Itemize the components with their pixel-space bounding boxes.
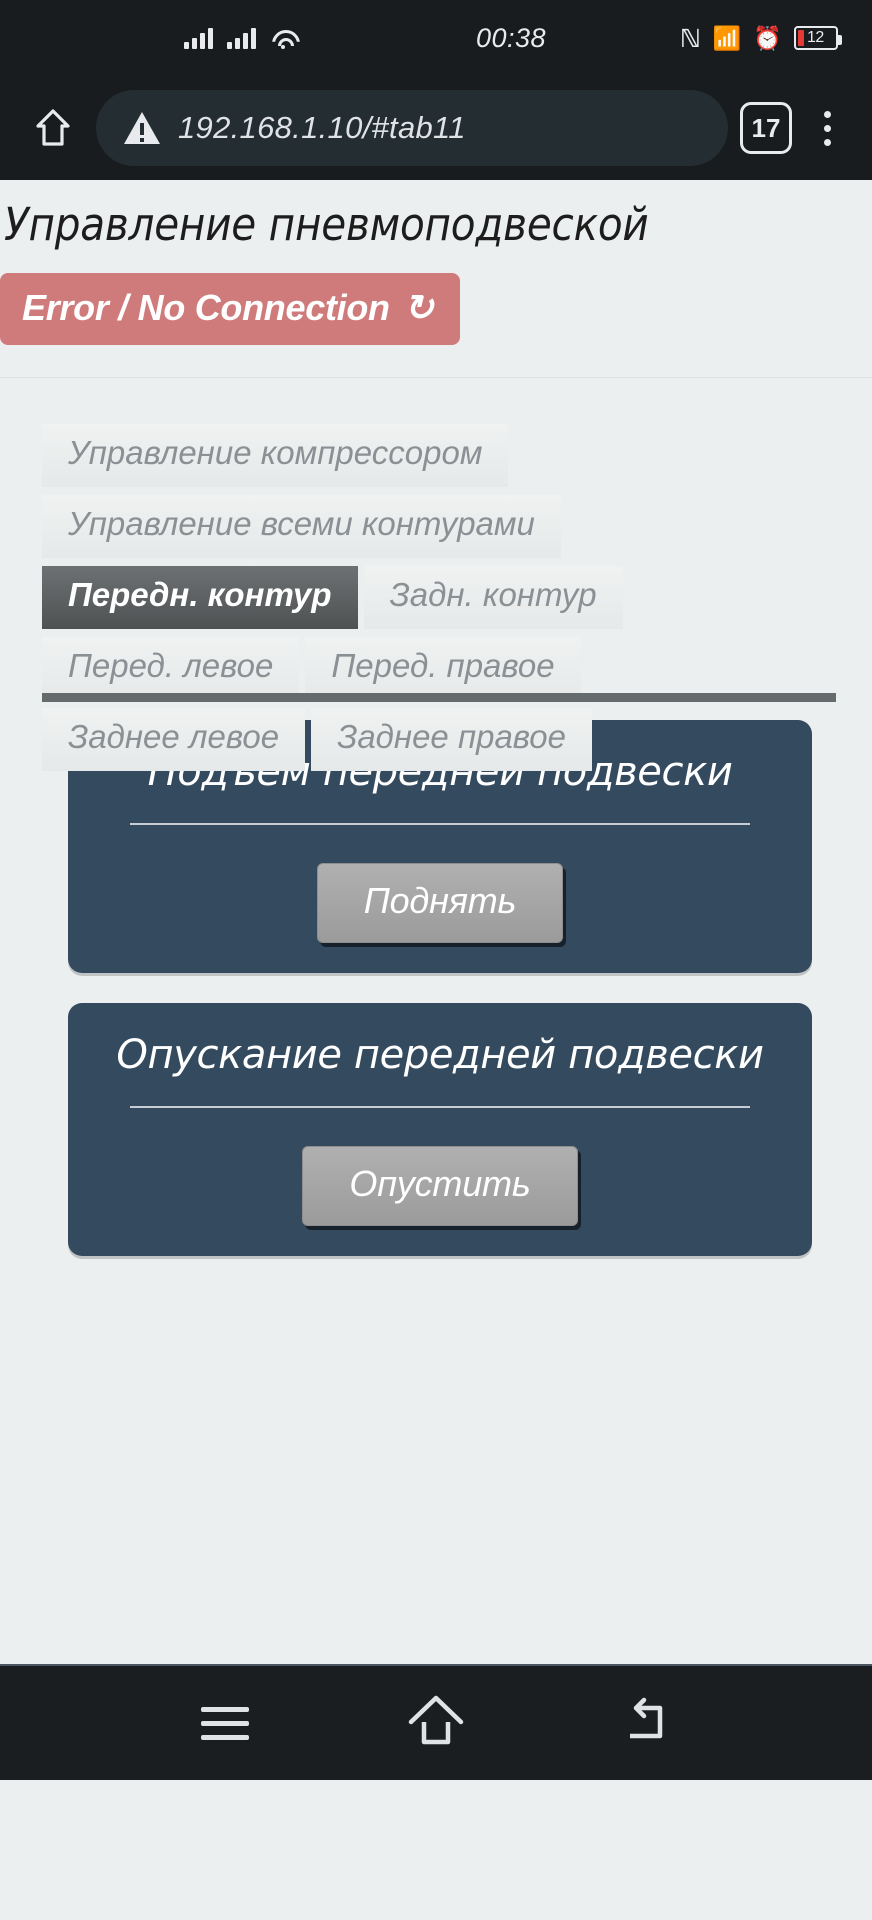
tab-switcher-button[interactable]: 17 bbox=[740, 102, 792, 154]
lower-front-suspension-card: Опускание передней подвески Опустить bbox=[68, 1002, 812, 1256]
web-page-content: Управление пневмоподвеской Error / No Co… bbox=[0, 180, 872, 1780]
status-badge[interactable]: Error / No Connection ↻ bbox=[0, 273, 460, 345]
card-body: Поднять bbox=[96, 825, 784, 943]
tab-front-circuit[interactable]: Передн. контур bbox=[42, 565, 358, 629]
browser-toolbar: 192.168.1.10/#tab11 17 bbox=[0, 76, 872, 180]
tab-row: Перед. левое Перед. правое bbox=[42, 636, 872, 700]
tab-rear-left[interactable]: Заднее левое bbox=[42, 707, 306, 771]
alarm-icon: ⏰ bbox=[753, 24, 783, 51]
home-button[interactable] bbox=[398, 1685, 474, 1761]
home-icon[interactable] bbox=[22, 97, 84, 159]
page-title: Управление пневмоподвеской bbox=[4, 198, 649, 251]
tab-front-right[interactable]: Перед. правое bbox=[305, 636, 581, 700]
insecure-warning-icon[interactable] bbox=[122, 110, 162, 146]
scrollbar-thumb[interactable] bbox=[42, 693, 836, 702]
panel-list: Подъем передней подвески Поднять Опускан… bbox=[0, 702, 872, 1256]
tab-row: Заднее левое Заднее правое bbox=[42, 707, 872, 771]
hamburger-icon bbox=[201, 1706, 250, 1740]
tab-count: 17 bbox=[751, 112, 781, 143]
url-text[interactable]: 192.168.1.10/#tab11 bbox=[178, 110, 466, 146]
refresh-icon[interactable]: ↻ bbox=[404, 287, 434, 329]
overflow-menu-icon[interactable] bbox=[804, 100, 850, 156]
tab-row: Передн. контур Задн. контур bbox=[42, 565, 872, 629]
divider bbox=[0, 377, 872, 378]
status-bar-clock: 00:38 bbox=[475, 22, 547, 53]
lower-button[interactable]: Опустить bbox=[302, 1145, 578, 1226]
back-arrow-icon bbox=[616, 1692, 678, 1755]
tab-compressor-control[interactable]: Управление компрессором bbox=[42, 424, 509, 487]
recents-button[interactable] bbox=[187, 1685, 263, 1761]
status-bar-right-icons: ℕ 📶 ⏰ 12 bbox=[546, 23, 843, 53]
tab-rear-right[interactable]: Заднее правое bbox=[311, 707, 593, 771]
wifi-icon bbox=[270, 27, 296, 49]
battery-icon: 12 bbox=[794, 26, 843, 50]
status-badge-label: Error / No Connection bbox=[22, 287, 390, 328]
signal-icon bbox=[184, 27, 213, 49]
tab-front-left[interactable]: Перед. левое bbox=[42, 636, 300, 700]
android-navigation-bar bbox=[0, 1664, 872, 1780]
home-outline-icon bbox=[405, 1692, 467, 1755]
tab-row: Управление компрессором bbox=[42, 424, 872, 487]
tab-row: Управление всеми контурами bbox=[42, 494, 872, 558]
raise-button[interactable]: Поднять bbox=[316, 862, 564, 943]
card-title: Опускание передней подвески bbox=[116, 1031, 764, 1078]
bluetooth-icon: 📶 bbox=[712, 24, 742, 51]
card-body: Опустить bbox=[96, 1108, 784, 1226]
horizontal-scrollbar[interactable] bbox=[42, 693, 836, 702]
tab-rear-circuit[interactable]: Задн. контур bbox=[363, 565, 623, 629]
android-status-bar: 00:38 ℕ 📶 ⏰ 12 bbox=[0, 0, 872, 76]
tab-all-circuits-control[interactable]: Управление всеми контурами bbox=[42, 494, 561, 558]
signal-icon bbox=[227, 27, 256, 49]
status-bar-left-icons bbox=[34, 27, 476, 49]
url-bar[interactable]: 192.168.1.10/#tab11 bbox=[96, 90, 728, 166]
back-button[interactable] bbox=[609, 1685, 685, 1761]
battery-percent: 12 bbox=[807, 29, 824, 46]
nfc-icon: ℕ bbox=[679, 23, 701, 53]
tab-strip[interactable]: Управление компрессором Управление всеми… bbox=[0, 424, 872, 771]
